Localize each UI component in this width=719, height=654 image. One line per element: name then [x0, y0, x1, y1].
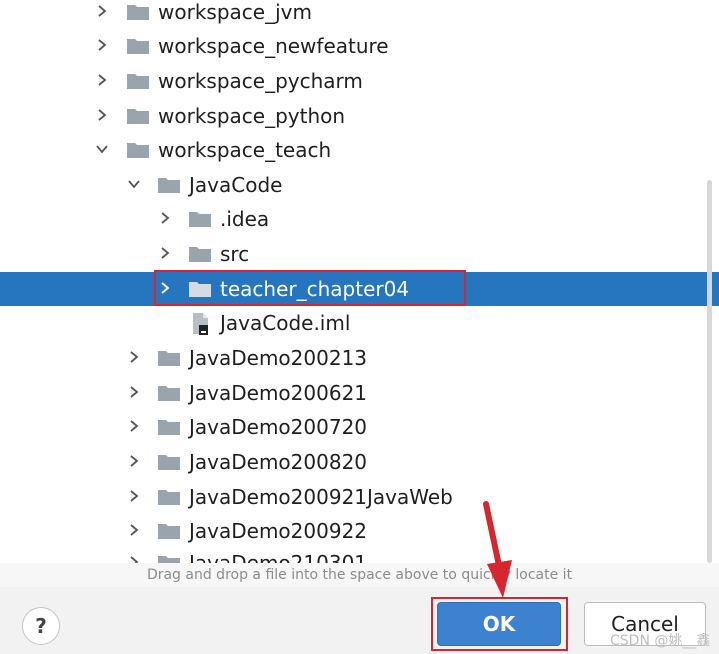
- folder-icon: [126, 3, 150, 21]
- tree-item-label: .idea: [220, 207, 270, 231]
- folder-icon: [188, 210, 212, 228]
- folder-icon: [126, 107, 150, 125]
- chevron-right-icon[interactable]: [126, 349, 142, 365]
- folder-icon: [126, 72, 150, 90]
- chevron-right-icon[interactable]: [94, 72, 110, 88]
- tree-item-label: JavaDemo200720: [189, 415, 368, 439]
- tree-row-javademo200820[interactable]: JavaDemo200820: [0, 445, 719, 479]
- tree-item-label: JavaDemo210301: [189, 551, 368, 563]
- folder-icon: [126, 141, 150, 159]
- tree-row-javacode-iml[interactable]: JavaCode.iml: [0, 306, 719, 340]
- tree-item-label: JavaCode.iml: [220, 311, 351, 335]
- tree-item-label: src: [220, 242, 250, 266]
- tree-row-javademo200922[interactable]: JavaDemo200922: [0, 514, 719, 548]
- folder-icon: [157, 349, 181, 367]
- chevron-down-icon[interactable]: [94, 141, 110, 157]
- chevron-right-icon[interactable]: [94, 3, 110, 19]
- ok-button[interactable]: OK: [437, 602, 561, 646]
- tree-item-label: workspace_newfeature: [158, 34, 389, 58]
- tree-row-workspace-jvm[interactable]: workspace_jvm: [0, 0, 719, 29]
- chevron-right-icon[interactable]: [126, 384, 142, 400]
- file-tree: workspace_jvm workspace_newfeature works…: [0, 0, 719, 563]
- iml-file-icon: [190, 312, 212, 336]
- chevron-right-icon[interactable]: [94, 107, 110, 123]
- tree-item-label: JavaDemo200921JavaWeb: [189, 485, 453, 509]
- tree-row-idea[interactable]: .idea: [0, 202, 719, 236]
- tree-row-workspace-newfeature[interactable]: workspace_newfeature: [0, 29, 719, 63]
- folder-icon: [157, 418, 181, 436]
- folder-icon: [157, 176, 181, 194]
- tree-item-label: JavaDemo200820: [189, 450, 368, 474]
- tree-item-label: workspace_jvm: [158, 0, 312, 24]
- chevron-down-icon[interactable]: [126, 176, 142, 192]
- tree-row-javacode[interactable]: JavaCode: [0, 168, 719, 202]
- chevron-right-icon[interactable]: [126, 488, 142, 504]
- tree-row-javademo210301[interactable]: JavaDemo210301: [0, 546, 719, 563]
- tree-row-workspace-teach[interactable]: workspace_teach: [0, 133, 719, 167]
- tree-row-javademo200720[interactable]: JavaDemo200720: [0, 410, 719, 444]
- drag-drop-hint: Drag and drop a file into the space abov…: [0, 563, 719, 587]
- tree-row-javademo200213[interactable]: JavaDemo200213: [0, 341, 719, 375]
- folder-icon: [157, 554, 181, 563]
- folder-icon: [157, 488, 181, 506]
- folder-icon: [157, 453, 181, 471]
- tree-item-label: workspace_pycharm: [158, 69, 363, 93]
- tree-row-workspace-python[interactable]: workspace_python: [0, 99, 719, 133]
- folder-icon: [157, 384, 181, 402]
- annotation-arrow-icon: [483, 501, 512, 598]
- vertical-scrollbar[interactable]: [707, 180, 712, 563]
- tree-item-label: JavaDemo200922: [189, 519, 368, 543]
- tree-item-label: JavaDemo200621: [189, 381, 368, 405]
- tree-item-label: JavaCode: [189, 173, 283, 197]
- chevron-right-icon[interactable]: [126, 554, 142, 563]
- chevron-right-icon[interactable]: [94, 37, 110, 53]
- tree-row-workspace-pycharm[interactable]: workspace_pycharm: [0, 64, 719, 98]
- tree-row-javademo200921javaweb[interactable]: JavaDemo200921JavaWeb: [0, 480, 719, 514]
- tree-row-javademo200621[interactable]: JavaDemo200621: [0, 376, 719, 410]
- folder-icon: [157, 522, 181, 540]
- help-button[interactable]: ?: [22, 607, 60, 645]
- tree-item-label: JavaDemo200213: [189, 346, 368, 370]
- chevron-right-icon[interactable]: [126, 418, 142, 434]
- folder-icon: [188, 245, 212, 263]
- chevron-right-icon[interactable]: [157, 210, 173, 226]
- watermark: CSDN @姚__鑫: [610, 633, 711, 649]
- chevron-right-icon[interactable]: [126, 453, 142, 469]
- annotation-highlight-box: [154, 270, 466, 306]
- tree-item-label: workspace_python: [158, 104, 346, 128]
- folder-icon: [126, 37, 150, 55]
- chevron-right-icon[interactable]: [126, 522, 142, 538]
- chevron-right-icon[interactable]: [157, 245, 173, 261]
- tree-item-label: workspace_teach: [158, 138, 332, 162]
- tree-row-src[interactable]: src: [0, 237, 719, 271]
